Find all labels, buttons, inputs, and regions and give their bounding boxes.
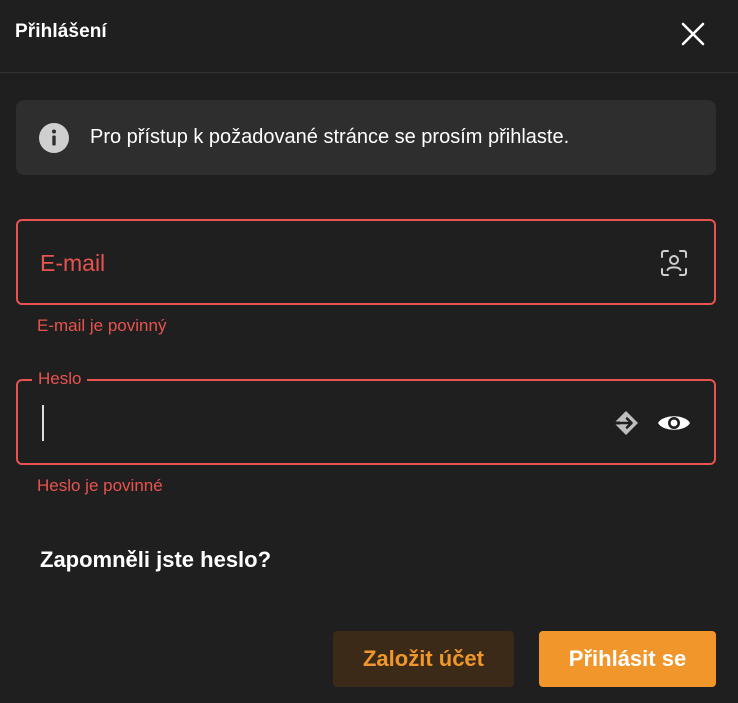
password-label: Heslo (32, 369, 88, 389)
password-error: Heslo je povinné (37, 476, 163, 495)
dialog-title: Přihlášení (15, 21, 107, 42)
autofill-arrow-icon[interactable] (610, 407, 642, 439)
email-error: E-mail je povinný (37, 316, 167, 335)
login-dialog: Přihlášení Pro přístup k požadované strá… (0, 0, 738, 703)
info-alert: Pro přístup k požadované stránce se pros… (16, 100, 716, 175)
create-account-button[interactable]: Založit účet (333, 631, 514, 687)
login-button[interactable]: Přihlásit se (539, 631, 716, 687)
close-button[interactable] (676, 17, 710, 51)
info-icon (39, 123, 69, 153)
info-message: Pro přístup k požadované stránce se pros… (90, 126, 570, 148)
close-icon (681, 22, 705, 46)
user-scan-icon[interactable] (658, 247, 690, 279)
login-label: Přihlásit se (568, 646, 687, 671)
eye-icon[interactable] (656, 407, 692, 439)
dialog-header: Přihlášení (0, 0, 738, 73)
password-field[interactable]: Heslo (16, 369, 716, 465)
text-caret (42, 405, 44, 441)
create-account-label: Založit účet (362, 646, 484, 671)
email-placeholder: E-mail (40, 250, 106, 276)
email-field[interactable]: E-mail (16, 219, 716, 305)
forgot-password-link[interactable]: Zapomněli jste heslo? (40, 547, 271, 573)
